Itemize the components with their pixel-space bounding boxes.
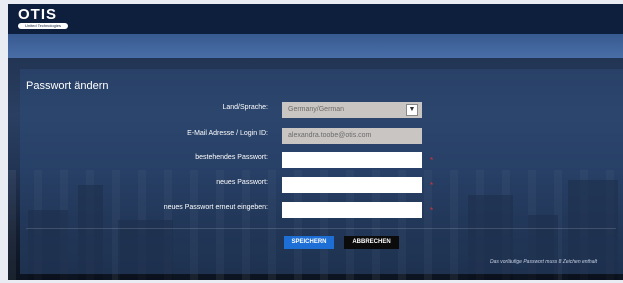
chevron-down-icon[interactable]: ▼ — [406, 104, 418, 116]
field-label: E-Mail Adresse / Login ID: — [187, 130, 268, 137]
form-row-confirm-password: neues Passwort erneut eingeben: * — [8, 202, 623, 218]
form-row-current-password: bestehendes Passwort: * — [8, 152, 623, 168]
form-row-country-language: Land/Sprache: Germany/German ▼ — [8, 102, 623, 118]
required-marker: * — [430, 156, 434, 165]
nav-bar — [8, 34, 623, 58]
page-frame: OTIS United Technologies Passwort ändern… — [8, 4, 623, 280]
form-row-new-password: neues Passwort: * — [8, 177, 623, 193]
password-hint: Das vorläufige Passwort muss 8 Zeichen e… — [490, 259, 597, 265]
field-label: neues Passwort erneut eingeben: — [163, 204, 268, 211]
field-label: neues Passwort: — [216, 179, 268, 186]
required-marker: * — [430, 181, 434, 190]
field-label: bestehendes Passwort: — [195, 154, 268, 161]
logo-wordmark: OTIS — [18, 6, 58, 23]
required-marker: * — [430, 206, 434, 215]
cancel-button[interactable]: ABBRECHEN — [344, 236, 399, 249]
country-language-select[interactable]: Germany/German — [282, 102, 422, 118]
email-field[interactable]: alexandra.toobe@otis.com — [282, 128, 422, 144]
otis-logo[interactable]: OTIS United Technologies — [18, 6, 70, 30]
field-label: Land/Sprache: — [222, 104, 268, 111]
save-button[interactable]: SPEICHERN — [284, 236, 334, 249]
form-row-email: E-Mail Adresse / Login ID: alexandra.too… — [8, 128, 623, 144]
form-divider — [26, 228, 616, 229]
top-header: OTIS United Technologies — [8, 4, 623, 34]
new-password-input[interactable] — [282, 177, 422, 193]
page-title: Passwort ändern — [26, 80, 109, 92]
confirm-password-input[interactable] — [282, 202, 422, 218]
current-password-input[interactable] — [282, 152, 422, 168]
logo-tagline: United Technologies — [18, 23, 68, 29]
